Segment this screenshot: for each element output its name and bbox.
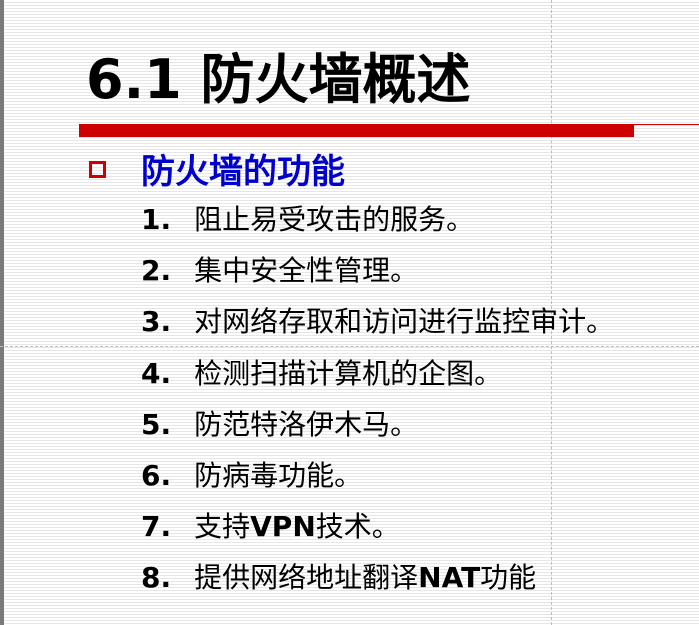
item-text: 支持VPN技术。: [194, 510, 400, 543]
item-text: 对网络存取和访问进行监控审计。: [194, 305, 615, 339]
list-item: 1. 阻止易受攻击的服务。: [141, 197, 614, 248]
item-text-pre: 支持: [194, 510, 251, 544]
item-text: 集中安全性管理。: [194, 254, 419, 288]
function-list: 1. 阻止易受攻击的服务。 2. 集中安全性管理。 3. 对网络存取和访问进行监控审计…: [141, 197, 614, 607]
list-item: 6. 防病毒功能。: [141, 453, 614, 504]
item-number: 7.: [141, 510, 172, 544]
list-item: 3. 对网络存取和访问进行监控审计。: [141, 299, 614, 350]
item-text-bold: VPN: [250, 510, 316, 544]
title-underline-thin: [634, 124, 699, 125]
item-text: 防范特洛伊木马。: [194, 407, 419, 441]
item-text: 检测扫描计算机的企图。: [194, 356, 503, 390]
list-item: 8. 提供网络地址翻译NAT功能: [141, 555, 614, 606]
item-text: 防病毒功能。: [194, 458, 363, 492]
item-number: 8.: [141, 561, 172, 595]
item-text: 提供网络地址翻译NAT功能: [194, 561, 536, 594]
title-underline-bar: [79, 124, 634, 137]
item-number: 6.: [141, 458, 172, 492]
list-item: 5. 防范特洛伊木马。: [141, 402, 614, 453]
list-item: 2. 集中安全性管理。: [141, 248, 614, 299]
item-number: 1.: [141, 203, 172, 236]
item-text: 阻止易受攻击的服务。: [194, 203, 475, 236]
item-text-pre: 提供网络地址翻译: [194, 561, 419, 595]
list-item: 7. 支持VPN技术。: [141, 504, 614, 555]
square-bullet-icon: [89, 161, 106, 178]
list-item: 4. 检测扫描计算机的企图。: [141, 351, 614, 402]
slide-title: 6.1 防火墙概述: [86, 48, 471, 111]
item-number: 3.: [141, 305, 172, 339]
item-number: 4.: [141, 356, 172, 390]
item-text-post: 技术。: [315, 510, 400, 544]
item-number: 5.: [141, 407, 172, 441]
section-heading: 防火墙的功能: [141, 152, 345, 192]
item-number: 2.: [141, 254, 172, 288]
item-text-bold: NAT: [418, 561, 481, 595]
slide-left-edge: [0, 0, 4, 625]
item-text-post: 功能: [480, 561, 537, 595]
